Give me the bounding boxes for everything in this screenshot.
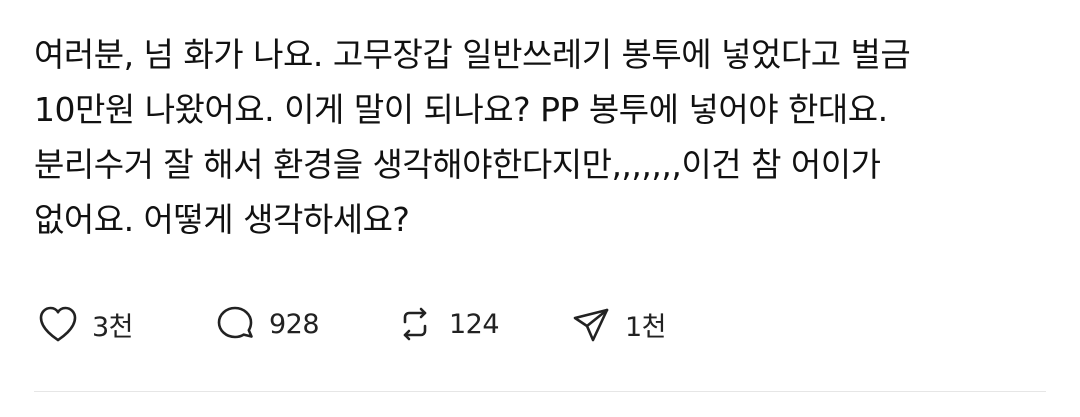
repost-icon bbox=[391, 300, 439, 348]
post-text: 여러분, 넘 화가 나요. 고무장갑 일반쓰레기 봉투에 넣었다고 벌금 10만… bbox=[34, 27, 1044, 247]
post-text-line: 여러분, 넘 화가 나요. 고무장갑 일반쓰레기 봉투에 넣었다고 벌금 bbox=[34, 35, 911, 74]
post-divider bbox=[34, 391, 1046, 392]
like-button[interactable]: 3천 bbox=[34, 300, 134, 348]
post-text-line: 없어요. 어떻게 생각하세요? bbox=[34, 200, 410, 239]
repost-button[interactable]: 124 bbox=[391, 300, 500, 348]
post-actions-bar: 3천 928 124 1천 bbox=[34, 300, 1044, 348]
post-text-line: 분리수거 잘 해서 환경을 생각해야한다지만,,,,,,,이건 참 어이가 bbox=[34, 145, 881, 184]
comment-bubble-icon bbox=[211, 300, 259, 348]
share-button[interactable]: 1천 bbox=[567, 300, 667, 348]
like-count: 3천 bbox=[92, 311, 134, 343]
reply-count: 928 bbox=[269, 308, 320, 340]
reply-button[interactable]: 928 bbox=[211, 300, 320, 348]
send-icon bbox=[567, 300, 615, 348]
post-text-line: 10만원 나왔어요. 이게 말이 되나요? PP 봉투에 넣어야 한대요. bbox=[34, 90, 888, 129]
repost-count: 124 bbox=[449, 308, 500, 340]
heart-icon bbox=[34, 300, 82, 348]
post-card: 여러분, 넘 화가 나요. 고무장갑 일반쓰레기 봉투에 넣었다고 벌금 10만… bbox=[0, 0, 1080, 417]
share-count: 1천 bbox=[625, 311, 667, 343]
